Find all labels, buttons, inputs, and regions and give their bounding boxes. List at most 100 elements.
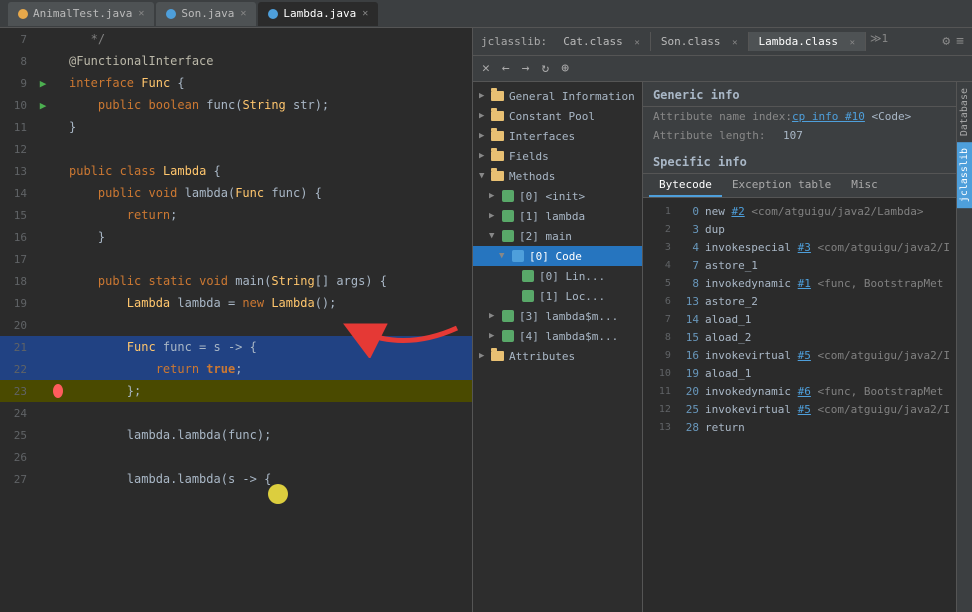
sidebar-right: Database jclasslib bbox=[956, 82, 972, 612]
attr-length-label: Attribute length: bbox=[653, 129, 783, 142]
expand-icon: ▶ bbox=[489, 331, 501, 341]
list-item: 4 7 astore_1 bbox=[649, 256, 950, 274]
specific-info-header: Specific info bbox=[643, 149, 956, 174]
table-row: 25 lambda.lambda(func); bbox=[0, 424, 472, 446]
close-cat[interactable]: ✕ bbox=[634, 38, 639, 48]
close-son-class[interactable]: ✕ bbox=[732, 38, 737, 48]
sidebar-item-init[interactable]: ▶ [0] <init> bbox=[473, 186, 642, 206]
tab-overflow[interactable]: ≫1 bbox=[870, 32, 888, 51]
list-item: 2 3 dup bbox=[649, 220, 950, 238]
expand-icon: ▶ bbox=[489, 191, 501, 201]
attr-name-code: <Code> bbox=[865, 110, 911, 123]
tab-icon-son bbox=[166, 9, 176, 19]
close-son[interactable]: ✕ bbox=[240, 8, 246, 19]
tab-lambda[interactable]: Lambda.java ✕ bbox=[258, 2, 378, 26]
attr-name-row: Attribute name index: cp info #10 <Code> bbox=[643, 107, 956, 126]
sidebar-item-attributes[interactable]: ▶ Attributes bbox=[473, 346, 642, 366]
bytecode-content[interactable]: 1 0 new #2 <com/atguigu/java2/Lambda> 2 … bbox=[643, 198, 956, 612]
tab-son-class[interactable]: Son.class ✕ bbox=[651, 32, 749, 51]
sidebar-jclasslib-label[interactable]: jclasslib bbox=[957, 142, 972, 208]
table-row: 9 ▶ interface Func { bbox=[0, 72, 472, 94]
list-item: 13 28 return bbox=[649, 418, 950, 436]
expand-icon: ▶ bbox=[489, 211, 501, 221]
tab-son[interactable]: Son.java ✕ bbox=[156, 2, 256, 26]
jcl-tree: ▶ General Information ▶ Constant Pool ▶ … bbox=[473, 82, 643, 612]
sidebar-database-label[interactable]: Database bbox=[957, 82, 972, 142]
right-panel: jclasslib: Cat.class ✕ Son.class ✕ Lambd… bbox=[473, 28, 972, 612]
tab-bytecode[interactable]: Bytecode bbox=[649, 174, 722, 197]
list-item: 10 19 aload_1 bbox=[649, 364, 950, 382]
list-item: 11 20 invokedynamic #6 <func, BootstrapM… bbox=[649, 382, 950, 400]
expand-icon: ▼ bbox=[479, 171, 491, 181]
list-item: 8 15 aload_2 bbox=[649, 328, 950, 346]
bytecode-tabs: Bytecode Exception table Misc bbox=[643, 174, 956, 198]
list-item: 9 16 invokevirtual #5 <com/atguigu/java2… bbox=[649, 346, 950, 364]
close-button[interactable]: ✕ bbox=[479, 59, 493, 78]
expand-icon: ▶ bbox=[479, 111, 491, 121]
sidebar-item-general-info[interactable]: ▶ General Information bbox=[473, 86, 642, 106]
sidebar-item-loc[interactable]: [1] Loc... bbox=[473, 286, 642, 306]
expand-icon: ▼ bbox=[489, 231, 501, 241]
folder-icon bbox=[491, 129, 505, 143]
attr-length-row: Attribute length: 107 bbox=[643, 126, 956, 145]
table-row: 22 return true; bbox=[0, 358, 472, 380]
item-icon bbox=[501, 209, 515, 223]
attr-length-value: 107 bbox=[783, 129, 803, 142]
list-item: 12 25 invokevirtual #5 <com/atguigu/java… bbox=[649, 400, 950, 418]
browser-button[interactable]: ⊕ bbox=[558, 59, 572, 78]
sidebar-item-lambda-method[interactable]: ▶ [1] lambda bbox=[473, 206, 642, 226]
expand-icon: ▼ bbox=[499, 251, 511, 261]
table-row: 13 public class Lambda { bbox=[0, 160, 472, 182]
refresh-button[interactable]: ↻ bbox=[538, 59, 552, 78]
tab-animal-test[interactable]: AnimalTest.java ✕ bbox=[8, 2, 154, 26]
tab-misc[interactable]: Misc bbox=[841, 174, 888, 197]
table-row: 14 public void lambda(Func func) { bbox=[0, 182, 472, 204]
sidebar-item-lambda-4[interactable]: ▶ [4] lambda$m... bbox=[473, 326, 642, 346]
breakpoint-icon bbox=[53, 384, 63, 398]
folder-icon bbox=[491, 149, 505, 163]
sidebar-item-lin[interactable]: [0] Lin... bbox=[473, 266, 642, 286]
list-item: 6 13 astore_2 bbox=[649, 292, 950, 310]
expand-icon: ▶ bbox=[489, 311, 501, 321]
back-button[interactable]: ← bbox=[499, 59, 513, 78]
menu-icon[interactable]: ≡ bbox=[956, 34, 964, 49]
tab-lambda-class[interactable]: Lambda.class ✕ bbox=[749, 32, 867, 51]
expand-icon: ▶ bbox=[479, 91, 491, 101]
list-item: 7 14 aload_1 bbox=[649, 310, 950, 328]
tab-exception-table[interactable]: Exception table bbox=[722, 174, 841, 197]
folder-icon bbox=[491, 349, 505, 363]
table-row: 26 bbox=[0, 446, 472, 468]
table-row: 7 */ bbox=[0, 28, 472, 50]
forward-button[interactable]: → bbox=[519, 59, 533, 78]
close-animal-test[interactable]: ✕ bbox=[138, 8, 144, 19]
item-icon bbox=[501, 329, 515, 343]
close-lambda-class[interactable]: ✕ bbox=[850, 38, 855, 48]
sidebar-item-fields[interactable]: ▶ Fields bbox=[473, 146, 642, 166]
table-row: 24 bbox=[0, 402, 472, 424]
attr-name-label: Attribute name index: bbox=[653, 110, 792, 123]
table-row: 17 bbox=[0, 248, 472, 270]
tab-cat-class[interactable]: Cat.class ✕ bbox=[553, 32, 651, 51]
code-lines: 7 */ 8 @FunctionalInterface 9 ▶ interfac… bbox=[0, 28, 472, 490]
sidebar-item-constant-pool[interactable]: ▶ Constant Pool bbox=[473, 106, 642, 126]
sidebar-item-main[interactable]: ▼ [2] main bbox=[473, 226, 642, 246]
jcl-topbar: jclasslib: Cat.class ✕ Son.class ✕ Lambd… bbox=[473, 28, 972, 56]
table-row: 10 ▶ public boolean func(String str); bbox=[0, 94, 472, 116]
sidebar-item-interfaces[interactable]: ▶ Interfaces bbox=[473, 126, 642, 146]
settings-icon[interactable]: ⚙ bbox=[942, 34, 950, 49]
close-lambda[interactable]: ✕ bbox=[362, 8, 368, 19]
sidebar-item-lambda-3[interactable]: ▶ [3] lambda$m... bbox=[473, 306, 642, 326]
sidebar-item-methods[interactable]: ▼ Methods bbox=[473, 166, 642, 186]
item-icon bbox=[501, 189, 515, 203]
jcl-info-panel: Generic info Attribute name index: cp in… bbox=[643, 82, 956, 612]
attr-name-link[interactable]: cp info #10 bbox=[792, 110, 865, 123]
item-icon bbox=[501, 229, 515, 243]
code-editor: 7 */ 8 @FunctionalInterface 9 ▶ interfac… bbox=[0, 28, 473, 612]
list-item: 5 8 invokedynamic #1 <func, BootstrapMet bbox=[649, 274, 950, 292]
item-icon bbox=[521, 289, 535, 303]
sidebar-item-code[interactable]: ▼ [0] Code bbox=[473, 246, 642, 266]
jcl-tabs: Cat.class ✕ Son.class ✕ Lambda.class ✕ ≫… bbox=[553, 32, 942, 51]
list-item: 1 0 new #2 <com/atguigu/java2/Lambda> bbox=[649, 202, 950, 220]
item-icon bbox=[511, 249, 525, 263]
table-row: 23 }; bbox=[0, 380, 472, 402]
